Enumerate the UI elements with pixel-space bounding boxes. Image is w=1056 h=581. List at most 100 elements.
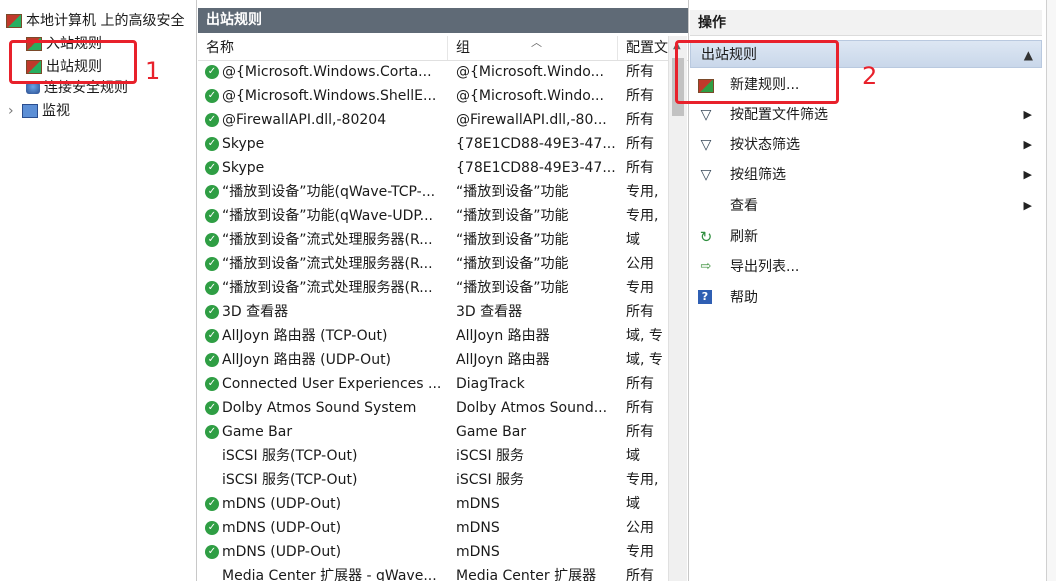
table-row[interactable]: ✓ @{Microsoft.Windows.Corta... @{Microsoft…: [198, 60, 668, 84]
filter-icon: ▽: [700, 107, 712, 123]
cell-group: “播放到设备”功能: [456, 256, 569, 272]
cell-name: iSCSI 服务(TCP-Out): [222, 448, 358, 464]
table-row[interactable]: iSCSI 服务(TCP-Out) iSCSI 服务 专用,: [198, 468, 668, 492]
table-row[interactable]: ✓ Skype {78E1CD88-49E3-47... 所有: [198, 156, 668, 180]
table-row[interactable]: ✓ AllJoyn 路由器 (UDP-Out) AllJoyn 路由器 域, 专: [198, 348, 668, 372]
cell-group: @{Microsoft.Windo...: [456, 88, 604, 104]
cell-name: Connected User Experiences ...: [222, 376, 442, 392]
table-row[interactable]: ✓ “播放到设备”功能(qWave-TCP-... “播放到设备”功能 专用,: [198, 180, 668, 204]
enabled-check-icon: ✓: [205, 305, 219, 319]
enabled-check-icon: ✓: [205, 353, 219, 367]
cell-name: Media Center 扩展器 - qWave...: [222, 568, 437, 581]
tree-item-monitoring[interactable]: › 监视: [8, 100, 70, 122]
cell-profile: 专用: [626, 544, 654, 560]
action-item[interactable]: ⇨ 导出列表...: [690, 254, 1042, 280]
cell-group: “播放到设备”功能: [456, 184, 569, 200]
enabled-check-icon: ✓: [205, 185, 219, 199]
action-label: 按组筛选: [730, 167, 786, 183]
vertical-scrollbar[interactable]: ▲: [668, 36, 687, 581]
table-row[interactable]: ✓ Dolby Atmos Sound System Dolby Atmos Sou…: [198, 396, 668, 420]
table-row[interactable]: ✓ Skype {78E1CD88-49E3-47... 所有: [198, 132, 668, 156]
table-row[interactable]: ✓ “播放到设备”流式处理服务器(R... “播放到设备”功能 域: [198, 228, 668, 252]
cell-name: AllJoyn 路由器 (TCP-Out): [222, 328, 388, 344]
help-icon: ?: [698, 290, 712, 304]
table-row[interactable]: ✓ “播放到设备”功能(qWave-UDP... “播放到设备”功能 专用,: [198, 204, 668, 228]
rules-pane-title: 出站规则: [198, 8, 688, 33]
submenu-arrow-icon: ▶: [1023, 138, 1032, 151]
cell-name: “播放到设备”流式处理服务器(R...: [222, 232, 433, 248]
cell-profile: 域, 专: [626, 352, 663, 368]
table-row[interactable]: ✓ Connected User Experiences ... DiagTrack…: [198, 372, 668, 396]
cell-group: AllJoyn 路由器: [456, 328, 550, 344]
table-row[interactable]: ✓ 3D 查看器 3D 查看器 所有: [198, 300, 668, 324]
enabled-check-icon: ✓: [205, 161, 219, 175]
tree-item-label: 监视: [42, 103, 70, 119]
cell-group: mDNS: [456, 520, 500, 536]
enabled-check-icon: ✓: [205, 281, 219, 295]
action-label: 查看: [730, 198, 758, 214]
enabled-check-icon: ✓: [205, 209, 219, 223]
table-row[interactable]: ✓ mDNS (UDP-Out) mDNS 专用: [198, 540, 668, 564]
table-row[interactable]: ✓ “播放到设备”流式处理服务器(R... “播放到设备”功能 公用: [198, 252, 668, 276]
cell-group: “播放到设备”功能: [456, 280, 569, 296]
action-label: 按状态筛选: [730, 137, 800, 153]
action-item[interactable]: ▽ 按配置文件筛选 ▶: [690, 102, 1042, 128]
expand-chevron-icon[interactable]: ›: [8, 100, 22, 122]
enabled-check-icon: ✓: [205, 521, 219, 535]
annotation-number-2: 2: [862, 62, 878, 90]
enabled-check-icon: ✓: [205, 89, 219, 103]
table-row[interactable]: Media Center 扩展器 - qWave... Media Center …: [198, 564, 668, 581]
action-label: 帮助: [730, 290, 758, 306]
table-row[interactable]: ✓ mDNS (UDP-Out) mDNS 公用: [198, 516, 668, 540]
annotation-box-1: [9, 40, 137, 84]
cell-name: mDNS (UDP-Out): [222, 496, 342, 512]
column-header-row: 名称 组 ︿ 配置文: [198, 36, 688, 61]
cell-name: Skype: [222, 160, 265, 176]
cell-group: mDNS: [456, 496, 500, 512]
annotation-number-1: 1: [145, 57, 161, 85]
submenu-arrow-icon: ▶: [1023, 199, 1032, 212]
table-row[interactable]: ✓ AllJoyn 路由器 (TCP-Out) AllJoyn 路由器 域, 专: [198, 324, 668, 348]
table-row[interactable]: ✓ “播放到设备”流式处理服务器(R... “播放到设备”功能 专用: [198, 276, 668, 300]
export-icon: ⇨: [700, 259, 712, 274]
cell-name: Game Bar: [222, 424, 293, 440]
table-row[interactable]: ✓ @{Microsoft.Windows.ShellE... @{Microsof…: [198, 84, 668, 108]
actions-title: 操作: [690, 10, 1042, 36]
action-label: 刷新: [730, 229, 758, 245]
cell-group: mDNS: [456, 544, 500, 560]
enabled-check-icon: ✓: [205, 497, 219, 511]
cell-profile: 所有: [626, 160, 654, 176]
filter-icon: ▽: [700, 137, 712, 153]
monitor-icon: [22, 104, 38, 118]
action-item[interactable]: 查看 ▶: [690, 193, 1042, 219]
tree-root[interactable]: 本地计算机 上的高级安全: [6, 10, 184, 32]
cell-group: @FirewallAPI.dll,-80...: [456, 112, 607, 128]
cell-name: “播放到设备”功能(qWave-TCP-...: [222, 184, 436, 200]
action-item[interactable]: ▽ 按状态筛选 ▶: [690, 132, 1042, 158]
cell-name: @{Microsoft.Windows.ShellE...: [222, 88, 437, 104]
action-item[interactable]: ↻ 刷新: [690, 224, 1042, 250]
cell-profile: 域: [626, 448, 640, 464]
submenu-arrow-icon: ▶: [1023, 168, 1032, 181]
cell-group: Dolby Atmos Sound...: [456, 400, 608, 416]
cell-profile: 所有: [626, 112, 654, 128]
enabled-check-icon: ✓: [205, 401, 219, 415]
column-header-profile[interactable]: 配置文: [618, 36, 668, 60]
table-row[interactable]: ✓ @FirewallAPI.dll,-80204 @FirewallAPI.dll…: [198, 108, 668, 132]
action-item[interactable]: ? 帮助: [690, 285, 1042, 311]
sort-ascending-icon: ︿: [531, 36, 542, 49]
cell-profile: 所有: [626, 304, 654, 320]
cell-profile: 专用,: [626, 184, 659, 200]
column-header-name[interactable]: 名称: [198, 36, 448, 60]
table-row[interactable]: ✓ mDNS (UDP-Out) mDNS 域: [198, 492, 668, 516]
table-row[interactable]: iSCSI 服务(TCP-Out) iSCSI 服务 域: [198, 444, 668, 468]
table-row[interactable]: ✓ Game Bar Game Bar 所有: [198, 420, 668, 444]
cell-group: DiagTrack: [456, 376, 525, 392]
collapse-triangle-icon[interactable]: ▲: [1024, 41, 1033, 69]
adjacent-window-edge: [1046, 0, 1056, 581]
cell-group: 3D 查看器: [456, 304, 523, 320]
action-item[interactable]: ▽ 按组筛选 ▶: [690, 162, 1042, 188]
cell-profile: 专用,: [626, 472, 659, 488]
submenu-arrow-icon: ▶: [1023, 108, 1032, 121]
cell-profile: 所有: [626, 136, 654, 152]
